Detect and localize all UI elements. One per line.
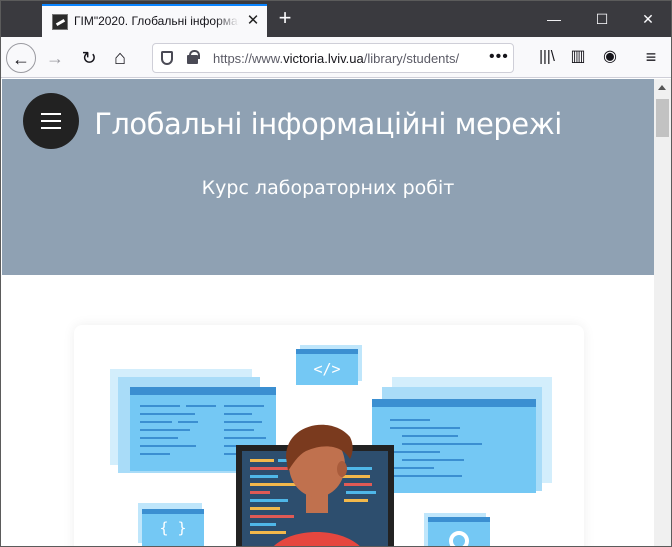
account-icon[interactable]: ◉: [601, 48, 619, 66]
address-bar[interactable]: https://www.victoria.lviv.ua/library/stu…: [152, 43, 514, 73]
forward-button[interactable]: →: [40, 43, 70, 73]
sidebar-icon[interactable]: ▥: [569, 48, 587, 66]
back-button[interactable]: ←: [6, 43, 36, 73]
svg-text:{ }: { }: [159, 519, 186, 537]
svg-text:</>: </>: [313, 360, 340, 378]
hero-header: Глобальні інформаційні мережі Курс лабор…: [2, 79, 654, 275]
active-tab[interactable]: ГІМ"2020. Глобальні інформаційні мережі …: [42, 4, 267, 37]
minimize-button[interactable]: —: [543, 9, 565, 29]
library-icon[interactable]: |||\: [538, 48, 556, 66]
developer-illustration: </> {}: [110, 345, 552, 546]
tab-title: ГІМ"2020. Глобальні інформаційні мережі: [74, 14, 239, 28]
scrollbar-thumb[interactable]: [656, 99, 669, 137]
code-tag-window-icon: </>: [296, 345, 362, 385]
illustration-card: </> {}: [74, 325, 584, 546]
lock-icon[interactable]: [187, 50, 200, 64]
home-button[interactable]: ⌂: [105, 43, 135, 73]
reload-button[interactable]: ↻: [74, 43, 104, 73]
page-title: Глобальні інформаційні мережі: [94, 107, 562, 141]
tab-strip: ГІМ"2020. Глобальні інформаційні мережі …: [1, 1, 671, 37]
maximize-button[interactable]: ☐: [591, 9, 613, 29]
page-actions-icon[interactable]: •••: [489, 48, 509, 66]
menu-icon[interactable]: ≡: [642, 48, 660, 66]
new-tab-button[interactable]: +: [275, 7, 295, 29]
site-favicon-icon: [52, 14, 68, 30]
gear-window-icon: [424, 513, 490, 546]
vertical-scrollbar[interactable]: [654, 79, 671, 546]
scroll-up-arrow-icon[interactable]: [658, 85, 666, 90]
page-subtitle: Курс лабораторних робіт: [201, 177, 455, 199]
navigation-bar: ← → ↻ ⌂ https://www.victoria.lviv.ua/lib…: [1, 37, 671, 78]
url-text[interactable]: https://www.victoria.lviv.ua/library/stu…: [213, 51, 485, 66]
tab-close-icon[interactable]: ✕: [244, 12, 262, 30]
tracking-shield-icon[interactable]: [161, 51, 173, 65]
braces-window-icon: { }: [138, 503, 204, 546]
page-content: Глобальні інформаційні мережі Курс лабор…: [2, 79, 654, 546]
close-window-button[interactable]: ✕: [637, 9, 659, 29]
browser-window: ГІМ"2020. Глобальні інформаційні мережі …: [0, 0, 672, 547]
